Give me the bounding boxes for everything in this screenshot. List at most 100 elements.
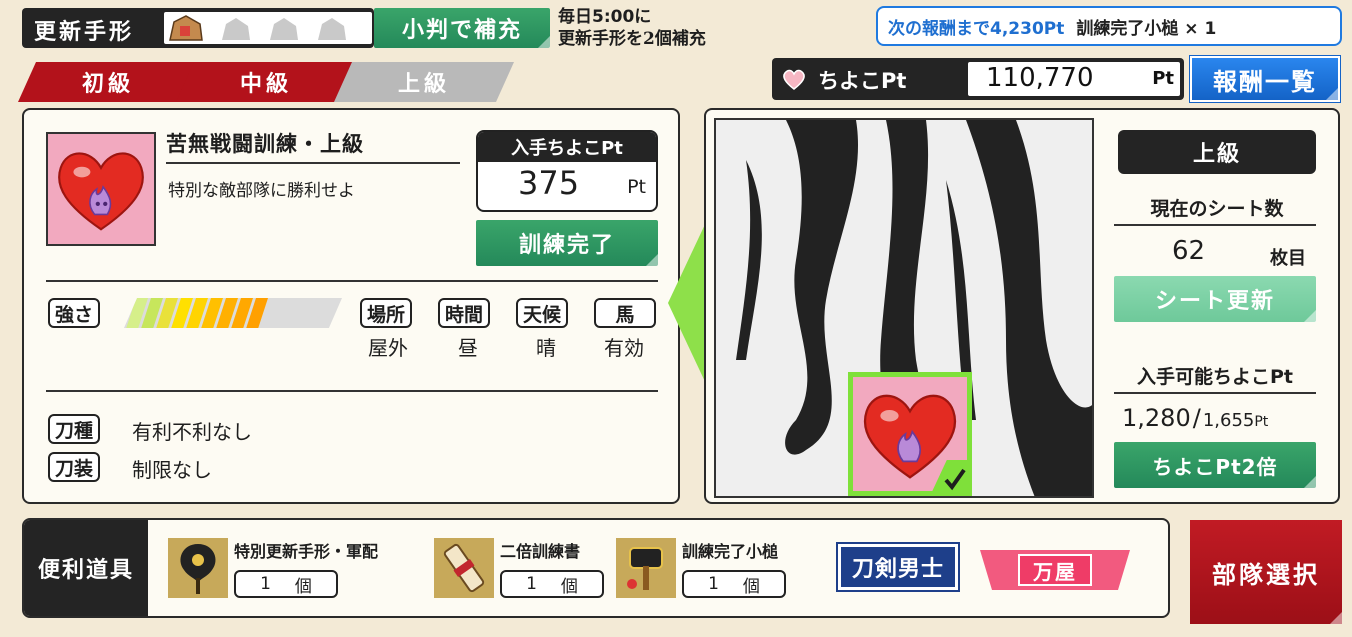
choko-pt-bar: ちよこPt 110,770 Pt [772,58,1184,100]
tab-beginner-label: 初級 [81,71,134,97]
touken-danshi-button[interactable]: 刀剣男士 [838,544,958,590]
tool-item-double-book-count-box: 1 個 [500,570,604,598]
yorozuya-button[interactable]: 万屋 [980,550,1130,590]
training-complete-button[interactable]: 訓練完了 [476,220,658,266]
mission-points-box: 入手ちよこPt 375 Pt [476,130,658,212]
tool-item-gunbai-count: 1 [260,574,271,594]
gunbai-icon [168,538,228,598]
obtainable-unit: Pt [1254,414,1269,430]
obtainable-underline [1114,392,1316,394]
heart-icon [783,69,805,90]
level-badge-label: 上級 [1192,141,1241,167]
tab-beginner[interactable]: 初級 [18,62,198,102]
tool-item-double-book-count: 1 [526,574,537,594]
mission-points-unit: Pt [627,176,646,198]
equipment-tag-label: 刀装 [55,457,94,480]
tool-item-gunbai[interactable]: 特別更新手形・軍配 1 個 [168,534,428,604]
equipment-tag: 刀装 [48,452,101,482]
scroll-icon [434,538,494,598]
obtainable-values: 1,280/1,655Pt [1122,404,1318,432]
condition-location-label: 場所 [367,303,406,326]
double-points-button-label: ちよこPt2倍 [1152,454,1278,479]
divider-1 [46,280,658,282]
tools-bar: 便利道具 特別更新手形・軍配 1 個 二倍訓練書 1 個 訓練完了小槌 1 個 [22,518,1170,618]
yorozuya-button-label: 万屋 [1033,559,1077,584]
tool-item-mallet-count-box: 1 個 [682,570,786,598]
mallet-icon [616,538,676,598]
condition-horse-label: 馬 [615,303,635,326]
strength-tag: 強さ [48,298,101,328]
refill-note-line1: 毎日5:00に [558,7,652,27]
refill-button[interactable]: 小判で補充 [374,8,550,48]
strength-tag-label: 強さ [55,303,94,326]
condition-time-value: 昼 [458,336,478,360]
equipment-value: 制限なし [132,458,212,482]
condition-location-value: 屋外 [368,336,408,360]
tool-item-gunbai-unit: 個 [294,576,312,597]
mission-title: 苦無戦闘訓練・上級 [166,131,364,156]
reward-notice-text: 次の報酬まで4,230Pt [888,18,1065,39]
tool-item-mallet[interactable]: 訓練完了小槌 1 個 [616,534,816,604]
cursed-heart-icon [58,152,144,231]
reward-list-button-label: 報酬一覧 [1213,66,1317,96]
tool-item-double-book-name: 二倍訓練書 [500,542,581,561]
current-sheet-value: 62 [1172,236,1206,266]
squad-select-button-label: 部隊選択 [1212,559,1320,589]
training-complete-button-label: 訓練完了 [518,232,615,258]
tab-intermediate[interactable]: 中級 [176,62,356,102]
mission-description: 特別な敵部隊に勝利せよ [168,181,355,201]
reward-list-button[interactable]: 報酬一覧 [1190,56,1340,102]
mission-icon [46,132,156,246]
squad-select-button[interactable]: 部隊選択 [1190,520,1342,624]
tool-item-gunbai-count-box: 1 個 [234,570,338,598]
obtainable-total: 1,655 [1202,410,1255,431]
current-sheet-label: 現在のシート数 [1150,198,1284,220]
sheet-image[interactable] [714,118,1094,498]
sheet-cell-selected[interactable] [848,372,972,496]
divider-2 [46,390,658,392]
obtainable-current: 1,280 [1122,404,1191,432]
mission-panel: 苦無戦闘訓練・上級 特別な敵部隊に勝利せよ 入手ちよこPt 375 Pt 訓練完… [22,108,680,504]
sheet-refresh-button[interactable]: シート更新 [1114,276,1316,322]
pass-label: 更新手形 [34,19,135,45]
refill-note: 毎日5:00に 更新手形を2個補充 [558,6,706,50]
sword-type-tag-label: 刀種 [55,419,94,442]
mission-points-value: 375 [518,164,580,202]
mission-points-header: 入手ちよこPt [478,132,656,162]
level-badge: 上級 [1118,130,1316,174]
tool-item-mallet-name: 訓練完了小槌 [682,542,779,561]
pass-slots [164,12,372,44]
tool-item-gunbai-name: 特別更新手形・軍配 [234,542,379,561]
tool-item-mallet-unit: 個 [742,576,760,597]
current-sheet-underline [1114,224,1316,226]
sword-type-tag: 刀種 [48,414,101,444]
condition-horse-tag: 馬 [594,298,656,328]
condition-weather-label: 天候 [523,303,562,326]
choko-pt-label: ちよこPt [818,69,907,93]
pass-ticket-icon-empty [222,18,346,40]
sword-type-value: 有利不利なし [132,420,252,444]
touken-danshi-button-label: 刀剣男士 [851,556,944,582]
refill-note-line2: 更新手形を2個補充 [558,29,706,49]
sheet-refresh-button-label: シート更新 [1154,288,1275,314]
strength-gauge-fill [126,298,268,328]
reward-notice-bubble: 次の報酬まで4,230Pt 訓練完了小槌 × 1 [876,6,1342,46]
mission-title-underline [166,162,460,164]
tool-item-mallet-count: 1 [708,574,719,594]
tool-item-double-book[interactable]: 二倍訓練書 1 個 [434,534,614,604]
yorozuya-sign: 万屋 [1018,554,1092,586]
tools-label: 便利道具 [37,557,134,583]
obtainable-separator: / [1192,404,1201,432]
double-points-button[interactable]: ちよこPt2倍 [1114,442,1316,488]
pass-ticket-icon-filled [169,15,203,41]
current-sheet-unit: 枚目 [1270,248,1306,269]
condition-time-label: 時間 [445,303,484,326]
tab-advanced-label: 上級 [397,71,450,97]
choko-pt-value-box: 110,770 Pt [968,62,1180,96]
tool-item-double-book-unit: 個 [560,576,578,597]
strength-gauge [124,298,342,328]
refill-button-label: 小判で補充 [401,17,522,43]
reward-notice-item: 訓練完了小槌 × 1 [1076,18,1217,39]
tab-advanced[interactable]: 上級 [334,62,514,102]
condition-weather-value: 晴 [536,336,556,360]
